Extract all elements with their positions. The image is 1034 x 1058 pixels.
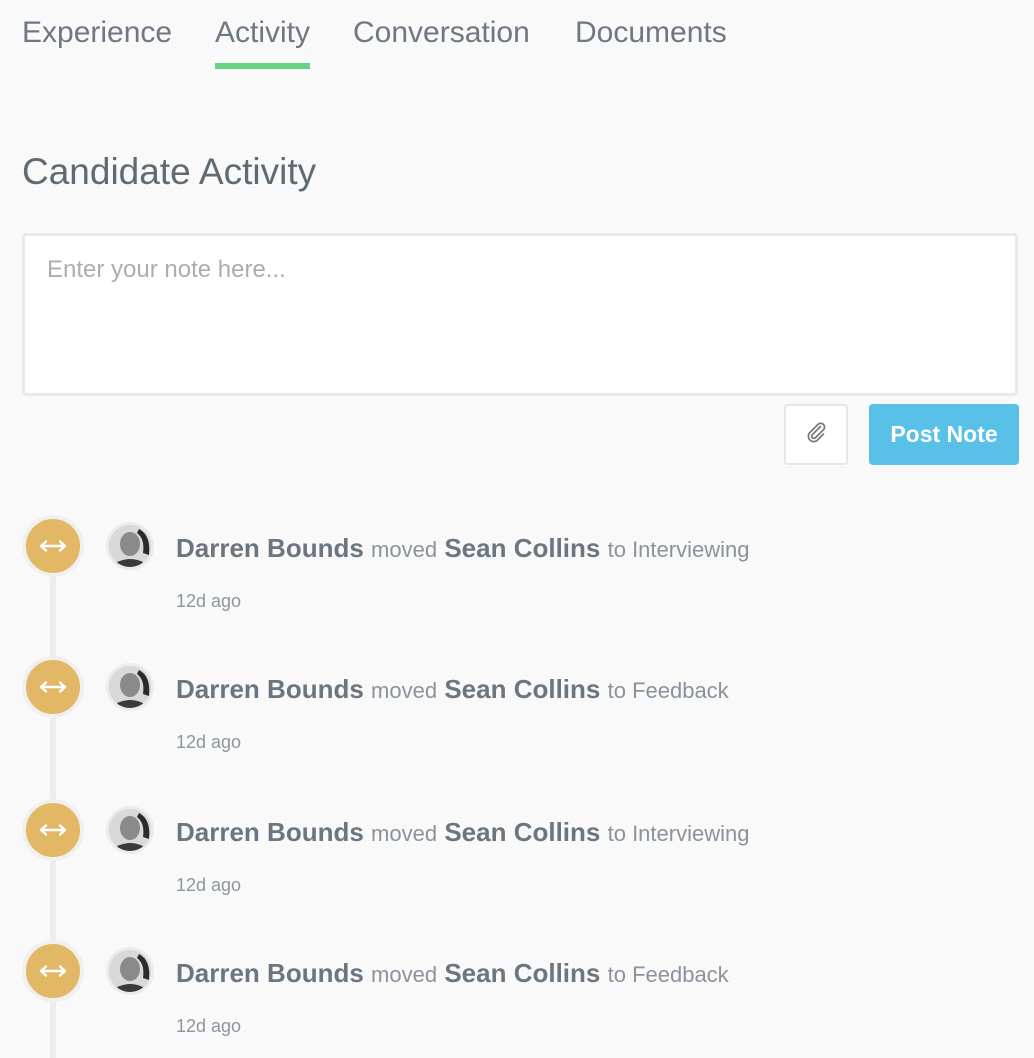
event-timestamp: 12d ago [176, 1016, 242, 1036]
candidate-activity-page: Experience Activity Conversation Documen… [0, 0, 1034, 1058]
activity-event: Darren Bounds moved Sean Collins to Inte… [0, 515, 1034, 635]
event-description: Darren Bounds moved Sean Collins to Feed… [176, 957, 729, 991]
activity-event: Darren Bounds moved Sean Collins to Feed… [0, 940, 1034, 1058]
event-destination: to Feedback [607, 962, 729, 987]
post-note-button[interactable]: Post Note [869, 404, 1019, 465]
avatar[interactable] [106, 663, 154, 711]
avatar[interactable] [106, 522, 154, 570]
arrows-horizontal-icon [22, 940, 84, 1002]
page-title: Candidate Activity [22, 151, 317, 192]
arrows-horizontal-icon [22, 656, 84, 718]
event-destination: to Interviewing [607, 537, 750, 562]
event-verb: moved [371, 821, 438, 846]
tab-activity[interactable]: Activity [215, 14, 311, 69]
tab-documents[interactable]: Documents [575, 14, 727, 52]
event-subject[interactable]: Sean Collins [444, 533, 600, 563]
event-verb: moved [371, 537, 438, 562]
event-destination: to Interviewing [607, 821, 750, 846]
arrows-horizontal-icon [22, 799, 84, 861]
event-actor[interactable]: Darren Bounds [176, 817, 364, 847]
event-description: Darren Bounds moved Sean Collins to Feed… [176, 673, 729, 707]
arrows-horizontal-icon [22, 515, 84, 577]
event-subject[interactable]: Sean Collins [444, 958, 600, 988]
tab-conversation[interactable]: Conversation [353, 14, 530, 52]
avatar[interactable] [106, 806, 154, 854]
event-verb: moved [371, 962, 438, 987]
avatar[interactable] [106, 947, 154, 995]
attach-button[interactable] [784, 404, 848, 465]
event-actor[interactable]: Darren Bounds [176, 533, 364, 563]
event-actor[interactable]: Darren Bounds [176, 674, 364, 704]
activity-event: Darren Bounds moved Sean Collins to Feed… [0, 656, 1034, 776]
event-description: Darren Bounds moved Sean Collins to Inte… [176, 816, 749, 850]
event-subject[interactable]: Sean Collins [444, 817, 600, 847]
note-input[interactable] [22, 233, 1018, 396]
activity-event: Darren Bounds moved Sean Collins to Inte… [0, 799, 1034, 919]
event-timestamp: 12d ago [176, 732, 242, 752]
event-subject[interactable]: Sean Collins [444, 674, 600, 704]
event-actor[interactable]: Darren Bounds [176, 958, 364, 988]
event-timestamp: 12d ago [176, 875, 242, 895]
event-verb: moved [371, 678, 438, 703]
event-description: Darren Bounds moved Sean Collins to Inte… [176, 532, 749, 566]
tab-experience[interactable]: Experience [22, 14, 172, 52]
event-timestamp: 12d ago [176, 591, 242, 611]
paperclip-icon [804, 420, 828, 449]
event-destination: to Feedback [607, 678, 729, 703]
